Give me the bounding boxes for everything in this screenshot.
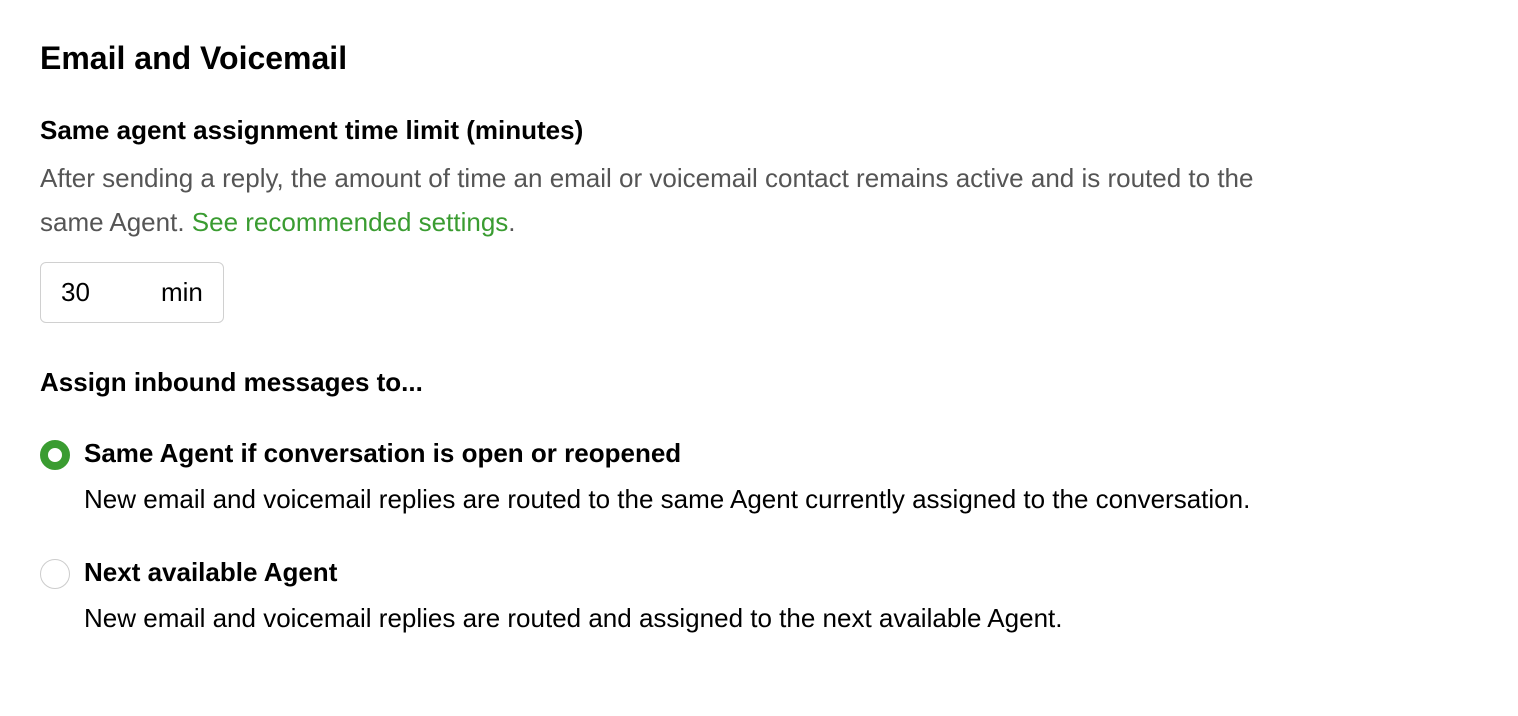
time-limit-desc-period: . — [508, 207, 515, 237]
radio-text-block: Same Agent if conversation is open or re… — [84, 438, 1478, 521]
assignment-label: Assign inbound messages to... — [40, 367, 1478, 398]
time-limit-unit: min — [161, 277, 203, 308]
radio-label-same-agent: Same Agent if conversation is open or re… — [84, 438, 1478, 469]
time-limit-label: Same agent assignment time limit (minute… — [40, 115, 1478, 146]
time-limit-input[interactable] — [61, 277, 121, 308]
time-limit-field: Same agent assignment time limit (minute… — [40, 115, 1478, 323]
radio-option-next-agent[interactable]: Next available Agent New email and voice… — [40, 557, 1478, 640]
radio-circle-icon — [40, 559, 70, 589]
radio-desc-next-agent: New email and voicemail replies are rout… — [84, 598, 1478, 640]
assignment-radio-group: Assign inbound messages to... Same Agent… — [40, 367, 1478, 639]
recommended-settings-link[interactable]: See recommended settings — [192, 207, 509, 237]
radio-label-next-agent: Next available Agent — [84, 557, 1478, 588]
time-limit-description: After sending a reply, the amount of tim… — [40, 156, 1320, 244]
radio-desc-same-agent: New email and voicemail replies are rout… — [84, 479, 1478, 521]
radio-text-block: Next available Agent New email and voice… — [84, 557, 1478, 640]
radio-circle-icon — [40, 440, 70, 470]
radio-option-same-agent[interactable]: Same Agent if conversation is open or re… — [40, 438, 1478, 521]
time-limit-input-wrap[interactable]: min — [40, 262, 224, 323]
section-title: Email and Voicemail — [40, 40, 1478, 77]
